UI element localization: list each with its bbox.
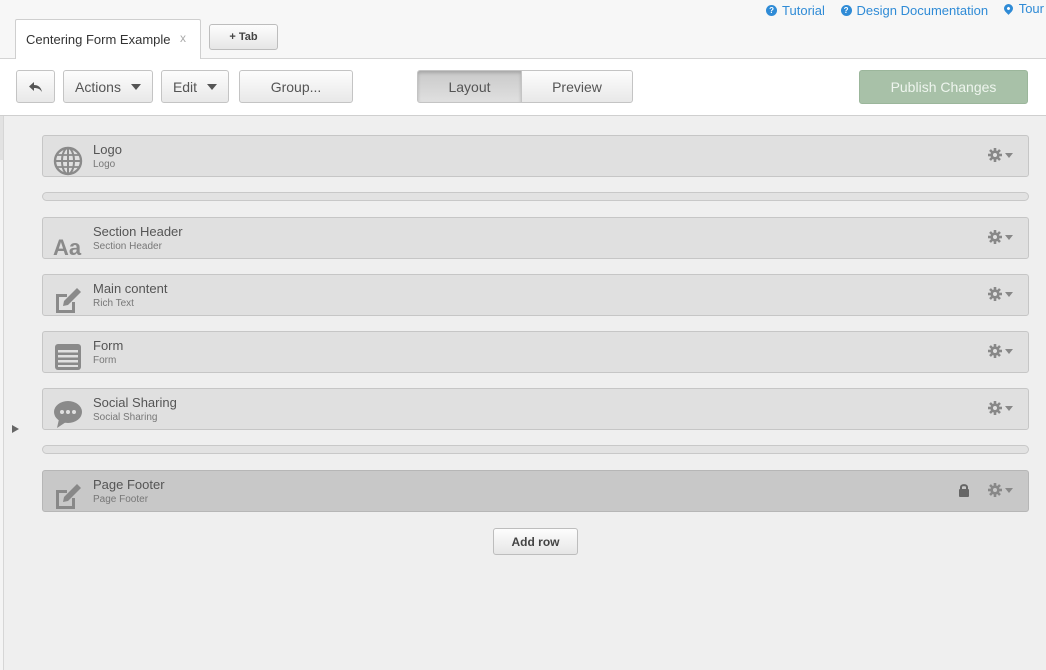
gear-icon <box>988 230 1002 244</box>
tutorial-link[interactable]: ? Tutorial <box>766 3 825 18</box>
actions-label: Actions <box>75 78 121 95</box>
add-tab-button[interactable]: + Tab <box>209 24 278 50</box>
module-title: Form <box>93 338 124 353</box>
module-settings-menu[interactable] <box>988 344 1013 358</box>
module-type: Logo <box>93 159 116 170</box>
chevron-down-icon <box>1005 487 1013 493</box>
group-button[interactable]: Group... <box>239 70 353 103</box>
module-type: Social Sharing <box>93 412 158 423</box>
help-circle-icon: ? <box>840 5 852 16</box>
tour-link[interactable]: Tour <box>1001 1 1044 16</box>
chevron-down-icon <box>1005 405 1013 411</box>
row-divider[interactable] <box>42 192 1029 201</box>
module-title: Social Sharing <box>93 395 177 410</box>
module-type: Section Header <box>93 241 162 252</box>
design-documentation-link[interactable]: ? Design Documentation <box>840 3 989 18</box>
tab-centering-form-example[interactable]: Centering Form Example x <box>15 19 201 59</box>
module-main-content[interactable]: Main content Rich Text <box>42 274 1029 316</box>
help-links: ? Tutorial ? Design Documentation Tour <box>754 1 1044 18</box>
actions-dropdown[interactable]: Actions <box>63 70 153 103</box>
module-title: Section Header <box>93 224 183 239</box>
speech-bubble-icon <box>54 401 82 428</box>
preview-view-toggle[interactable]: Preview <box>521 70 633 103</box>
close-tab-icon[interactable]: x <box>180 31 186 45</box>
module-logo[interactable]: Logo Logo <box>42 135 1029 177</box>
layout-view-toggle[interactable]: Layout <box>417 70 522 103</box>
publish-changes-button[interactable]: Publish Changes <box>859 70 1028 104</box>
gear-icon <box>988 148 1002 162</box>
chevron-down-icon <box>1005 234 1013 240</box>
back-button[interactable] <box>16 70 55 103</box>
gear-icon <box>988 401 1002 415</box>
module-settings-menu[interactable] <box>988 287 1013 301</box>
gear-icon <box>988 483 1002 497</box>
module-title: Main content <box>93 281 168 296</box>
module-settings-menu[interactable] <box>988 148 1013 162</box>
module-settings-menu[interactable] <box>988 483 1013 497</box>
edit-dropdown[interactable]: Edit <box>161 70 229 103</box>
module-type: Rich Text <box>93 298 134 309</box>
chevron-down-icon <box>1005 348 1013 354</box>
form-list-icon <box>55 344 81 370</box>
text-aa-icon: Aa <box>53 235 82 258</box>
chevron-down-icon <box>1005 152 1013 158</box>
chevron-down-icon <box>207 83 218 90</box>
edit-pencil-icon <box>56 288 81 313</box>
tour-link-label: Tour <box>1018 1 1044 16</box>
left-gutter <box>0 116 4 670</box>
row-divider[interactable] <box>42 445 1029 454</box>
expand-panel-icon[interactable] <box>12 425 19 433</box>
gear-icon <box>988 344 1002 358</box>
module-type: Page Footer <box>93 494 149 505</box>
module-type: Form <box>93 355 117 366</box>
tutorial-link-label: Tutorial <box>782 3 825 18</box>
module-settings-menu[interactable] <box>988 230 1013 244</box>
top-header: ? Tutorial ? Design Documentation Tour C… <box>0 0 1046 59</box>
design-documentation-link-label: Design Documentation <box>856 3 989 18</box>
chevron-down-icon <box>130 83 141 90</box>
help-circle-icon: ? <box>766 5 778 16</box>
module-title: Logo <box>93 142 122 157</box>
module-settings-menu[interactable] <box>988 401 1013 415</box>
tab-label: Centering Form Example <box>26 32 171 47</box>
globe-icon <box>53 146 83 176</box>
module-social-sharing[interactable]: Social Sharing Social Sharing <box>42 388 1029 430</box>
lock-icon <box>959 484 969 497</box>
edit-pencil-icon <box>56 484 81 509</box>
module-title: Page Footer <box>93 477 165 492</box>
back-arrow-icon <box>28 81 42 92</box>
gear-icon <box>988 287 1002 301</box>
svg-text:Aa: Aa <box>53 235 82 258</box>
gutter-marker <box>0 116 3 160</box>
editor-toolbar: Actions Edit Group... Layout Preview Pub… <box>0 59 1046 116</box>
module-page-footer[interactable]: Page Footer Page Footer <box>42 470 1029 512</box>
add-row-button[interactable]: Add row <box>493 528 578 555</box>
module-section-header[interactable]: Aa Section Header Section Header <box>42 217 1029 259</box>
edit-label: Edit <box>172 78 198 95</box>
module-form[interactable]: Form Form <box>42 331 1029 373</box>
map-pin-icon <box>1001 2 1015 15</box>
chevron-down-icon <box>1005 291 1013 297</box>
